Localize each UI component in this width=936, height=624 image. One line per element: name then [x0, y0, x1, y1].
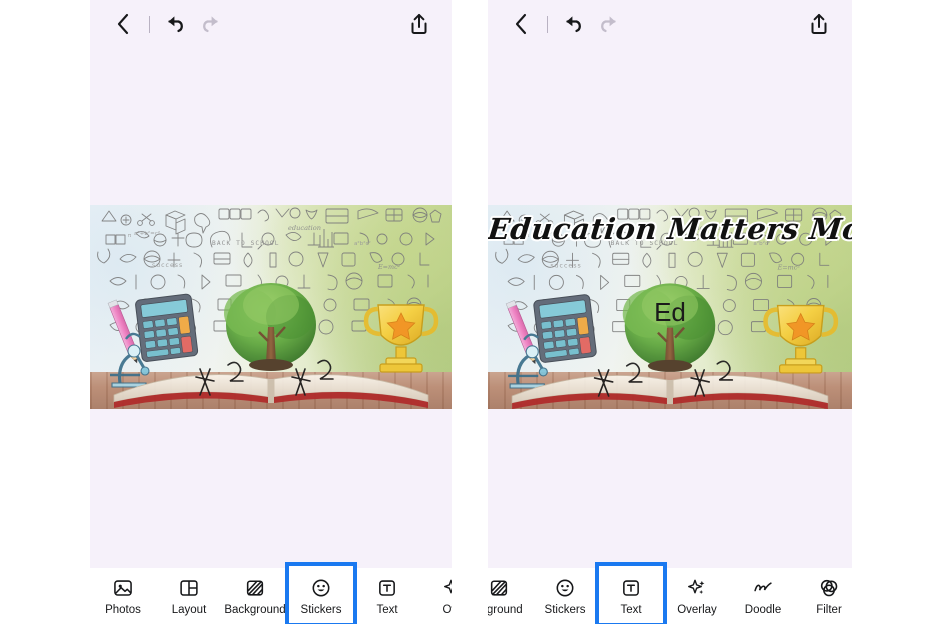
tool-label: Ove [442, 604, 452, 616]
share-button[interactable] [402, 7, 436, 41]
image-canvas[interactable]: BACK TO SCHOOL education success a²+b²=c… [90, 205, 452, 409]
tool-photos[interactable]: Photos [90, 571, 156, 623]
redo-button[interactable] [591, 7, 625, 41]
undo-button[interactable] [159, 7, 193, 41]
tool-filter[interactable]: Filter [796, 571, 852, 623]
tool-label: Overlay [677, 604, 717, 616]
tool-text[interactable]: Text [354, 571, 420, 623]
tool-stickers[interactable]: Stickers [285, 562, 357, 624]
screenshot-stage: BACK TO SCHOOL education success a²+b²=c… [0, 0, 936, 624]
tool-ckground[interactable]: ckground [488, 571, 532, 623]
tool-label: ckground [488, 604, 523, 616]
share-button[interactable] [802, 7, 836, 41]
background-icon [488, 576, 510, 600]
sticker-icon [554, 576, 576, 600]
editor-tool-bar[interactable]: Photos Layout Background Stickers Text O… [90, 562, 452, 624]
tool-label: Filter [816, 604, 842, 616]
tool-label: Stickers [300, 604, 342, 616]
overlay-icon [442, 576, 452, 600]
tool-background[interactable]: Background [222, 571, 288, 623]
tool-label: Photos [105, 604, 141, 616]
tool-doodle[interactable]: Doodle [730, 571, 796, 623]
text-icon [620, 576, 642, 600]
filter-icon [818, 576, 840, 600]
editor-panel-stickers-step: BACK TO SCHOOL education success a²+b²=c… [90, 0, 452, 624]
photo-illustration-layer [495, 207, 842, 409]
tool-ove[interactable]: Ove [420, 571, 452, 623]
tool-text[interactable]: Text [595, 562, 667, 624]
tool-label: Doodle [744, 604, 782, 616]
tool-layout[interactable]: Layout [156, 571, 222, 623]
text-icon [376, 576, 398, 600]
photo-illustration-layer: BACK TO SCHOOL education success a²+b²=c… [97, 207, 442, 408]
education-photo: Education Matters Most Ed [488, 205, 852, 409]
back-button[interactable] [106, 7, 140, 41]
background-icon [244, 576, 266, 600]
overlay-icon [686, 576, 708, 600]
redo-button[interactable] [193, 7, 227, 41]
tool-label: Stickers [544, 604, 586, 616]
tool-overlay[interactable]: Overlay [664, 571, 730, 623]
doodle-icon [752, 576, 774, 600]
editor-tool-bar[interactable]: ckground Stickers Text Overlay Doodle Fi… [488, 562, 852, 624]
toolbar-divider [547, 15, 548, 33]
tool-label: Layout [171, 604, 207, 616]
layout-icon [178, 576, 200, 600]
education-photo: BACK TO SCHOOL education success a²+b²=c… [90, 205, 452, 409]
toolbar-divider [149, 15, 150, 33]
editor-panel-text-step: Education Matters Most Ed ckground Stick… [488, 0, 852, 624]
photo-icon [112, 576, 134, 600]
top-toolbar [90, 0, 452, 48]
tool-label: Background [224, 604, 286, 616]
tool-label: Text [620, 604, 642, 616]
sticker-icon [310, 576, 332, 600]
top-toolbar [488, 0, 852, 48]
image-canvas[interactable]: Education Matters Most Ed [488, 205, 852, 409]
tool-stickers[interactable]: Stickers [532, 571, 598, 623]
undo-button[interactable] [557, 7, 591, 41]
tool-label: Text [376, 604, 398, 616]
back-button[interactable] [504, 7, 538, 41]
